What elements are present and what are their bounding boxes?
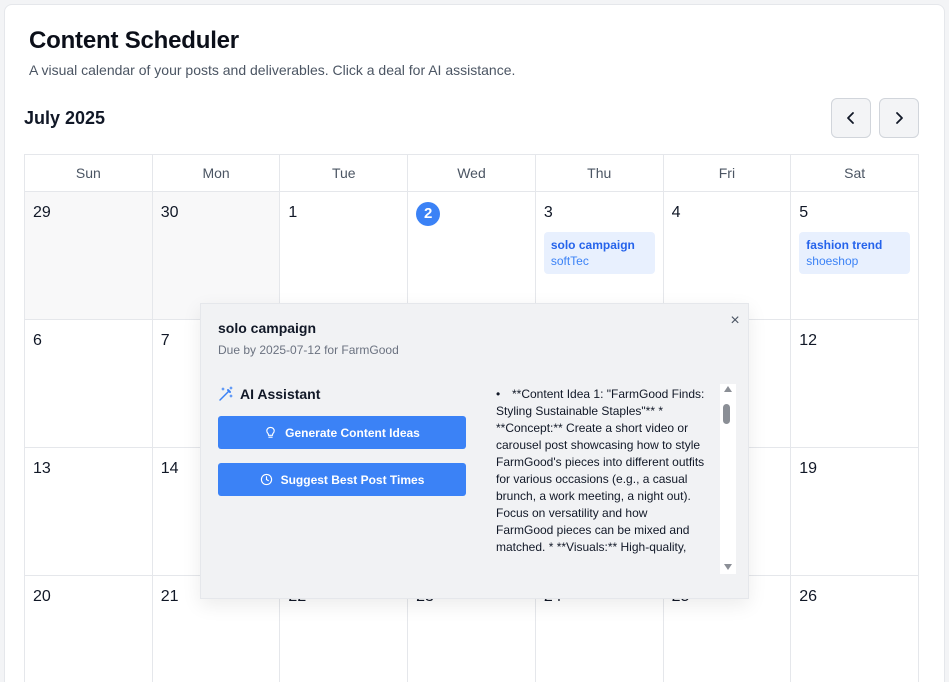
deal-popover: solo campaign Due by 2025-07-12 for Farm…	[200, 303, 749, 599]
next-month-button[interactable]	[879, 98, 919, 138]
weekday-tue: Tue	[280, 155, 409, 192]
list-bullet: •	[496, 387, 501, 401]
weekday-header: Sun Mon Tue Wed Thu Fri Sat	[25, 155, 919, 192]
page-subtitle: A visual calendar of your posts and deli…	[29, 62, 516, 78]
deal-client: softTec	[550, 254, 589, 268]
generate-content-ideas-label: Generate Content Ideas	[285, 425, 420, 440]
deal-title: fashion trend	[806, 238, 883, 252]
day-cell[interactable]: 19	[791, 448, 919, 576]
day-number: 26	[799, 588, 818, 605]
day-number: 4	[671, 204, 681, 221]
day-cell[interactable]: 1	[280, 192, 409, 320]
day-cell[interactable]: 29	[25, 192, 153, 320]
day-number: 29	[33, 204, 51, 221]
day-number: 3	[543, 204, 553, 221]
deal-chip[interactable]: fashion trend shoeshop	[799, 232, 910, 274]
day-cell[interactable]: 26	[791, 576, 919, 682]
weekday-wed: Wed	[408, 155, 536, 192]
suggest-post-times-label: Suggest Best Post Times	[280, 472, 425, 487]
day-number: 30	[160, 204, 179, 221]
day-cell[interactable]: 5 fashion trend shoeshop	[791, 192, 919, 320]
day-cell[interactable]: 2	[408, 192, 536, 320]
scroll-thumb[interactable]	[723, 404, 730, 424]
deal-title: solo campaign	[550, 238, 635, 252]
chevron-left-icon	[847, 112, 854, 124]
generate-content-ideas-button[interactable]: Generate Content Ideas	[218, 416, 466, 449]
scroll-down-icon[interactable]	[724, 564, 732, 570]
month-label: July 2025	[24, 108, 106, 128]
day-cell[interactable]: 12	[791, 320, 919, 448]
day-number: 12	[799, 332, 818, 349]
weekday-thu: Thu	[535, 155, 664, 192]
weekday-sun: Sun	[25, 155, 153, 192]
day-number: 19	[799, 460, 818, 477]
day-number: 7	[160, 332, 170, 349]
weekday-sat: Sat	[791, 155, 919, 192]
day-cell[interactable]: 6	[25, 320, 153, 448]
ai-assistant-label: AI Assistant	[240, 386, 321, 402]
day-number: 13	[33, 460, 51, 477]
clock-icon	[260, 473, 272, 486]
day-number: 6	[33, 332, 42, 349]
deal-client: shoeshop	[806, 254, 859, 268]
today-day-number: 2	[416, 202, 441, 226]
deal-chip[interactable]: solo campaign softTec	[543, 232, 655, 274]
day-number: 20	[33, 588, 51, 605]
ai-assistant-heading: AI Assistant	[218, 386, 320, 402]
weekday-fri: Fri	[663, 155, 792, 192]
day-cell[interactable]: 3 solo campaign softTec	[535, 192, 664, 320]
day-number: 1	[288, 204, 298, 221]
day-cell[interactable]: 13	[25, 448, 153, 576]
suggest-post-times-button[interactable]: Suggest Best Post Times	[218, 463, 466, 496]
page-title: Content Scheduler	[29, 27, 239, 54]
ai-output-body: **Content Idea 1: "FarmGood Finds: Styli…	[496, 387, 705, 554]
day-number: 21	[160, 588, 179, 605]
close-icon[interactable]: ×	[727, 313, 743, 329]
ai-output-text: • **Content Idea 1: "FarmGood Finds: Sty…	[496, 386, 708, 556]
day-number: 5	[799, 204, 809, 221]
ai-output-panel[interactable]: • **Content Idea 1: "FarmGood Finds: Sty…	[494, 383, 736, 571]
day-cell[interactable]: 20	[25, 576, 153, 682]
magic-wand-icon	[219, 386, 233, 401]
day-number: 14	[160, 460, 179, 477]
prev-month-button[interactable]	[831, 98, 871, 138]
day-cell[interactable]: 30	[152, 192, 281, 320]
day-cell[interactable]: 4	[663, 192, 792, 320]
lightbulb-icon	[266, 426, 275, 438]
scroll-up-icon[interactable]	[724, 386, 732, 392]
chevron-right-icon	[896, 112, 903, 124]
ai-output-scrollbar[interactable]	[720, 384, 736, 574]
popover-title: solo campaign	[218, 320, 317, 336]
popover-subtitle: Due by 2025-07-12 for FarmGood	[218, 343, 399, 357]
weekday-mon: Mon	[152, 155, 281, 192]
